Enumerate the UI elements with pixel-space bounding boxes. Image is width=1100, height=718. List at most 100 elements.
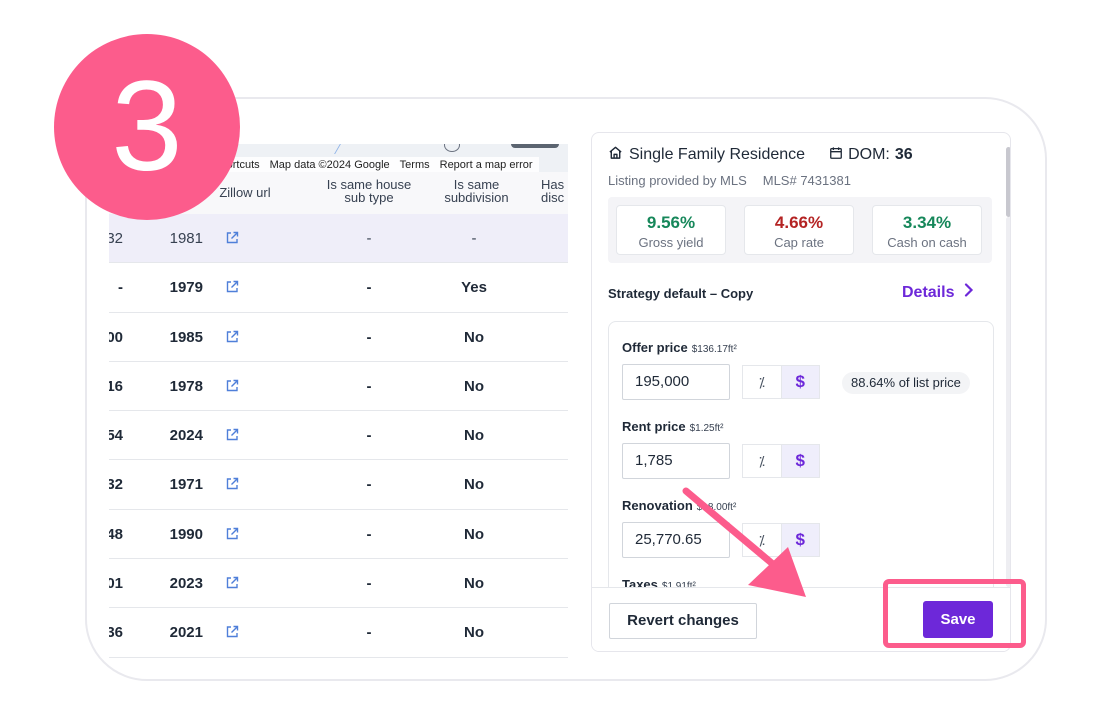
table-row[interactable]: 01 2023 - No <box>109 559 568 609</box>
same-subdivision-cell: No <box>464 575 484 593</box>
table-row[interactable]: 54 2024 - No <box>109 411 568 461</box>
save-button[interactable]: Save <box>923 601 993 638</box>
renovation-label-text: Renovation <box>622 498 693 513</box>
same-subdivision-cell: No <box>464 427 484 445</box>
table-row[interactable]: 32 1971 - No <box>109 460 568 510</box>
truncated-cell: 16 <box>109 377 123 395</box>
column-header-zillow-url[interactable]: Zillow url <box>209 186 281 199</box>
dollar-toggle-button[interactable]: $ <box>781 524 819 556</box>
metric-value: 9.56% <box>646 213 696 232</box>
same-house-sub-type-cell: - <box>366 328 372 346</box>
dollar-toggle-button[interactable]: $ <box>781 445 819 477</box>
year-built-cell: 1990 <box>169 525 203 543</box>
listing-source: Listing provided by MLS MLS# 7431381 <box>608 173 851 188</box>
year-built-cell: 2021 <box>169 624 203 642</box>
same-subdivision-cell: No <box>464 328 484 346</box>
table-row[interactable]: - 1979 - Yes <box>109 263 568 313</box>
truncated-cell: 01 <box>109 575 123 593</box>
scrollbar-track[interactable] <box>1006 217 1010 587</box>
same-subdivision-cell: Yes <box>461 279 487 297</box>
metrics-bar: 9.56% Gross yield 4.66% Cap rate 3.34% Cash o… <box>608 197 992 263</box>
details-label: Details <box>902 283 955 301</box>
truncated-cell: 54 <box>109 427 123 445</box>
mls-number: MLS# 7431381 <box>762 173 851 188</box>
metric-label: Cash on cash <box>887 235 967 250</box>
step-badge: 3 <box>54 34 240 220</box>
metric-label: Cap rate <box>774 235 824 250</box>
external-link-icon[interactable] <box>222 428 242 442</box>
external-link-icon[interactable] <box>222 527 242 541</box>
metric-card: 3.34% Cash on cash <box>872 205 982 255</box>
truncated-cell: 32 <box>109 230 123 247</box>
year-built-cell: 2023 <box>169 575 203 593</box>
percent-toggle-button[interactable]: ⁒ <box>743 445 782 477</box>
offer-price-label-text: Offer price <box>622 340 688 355</box>
chevron-right-icon <box>964 283 974 302</box>
year-built-cell: 1985 <box>169 328 203 346</box>
year-built-cell: 1978 <box>169 377 203 395</box>
property-type: Single Family Residence <box>629 146 806 163</box>
same-house-sub-type-cell: - <box>366 476 372 494</box>
external-link-icon[interactable] <box>222 477 242 491</box>
truncated-cell: 48 <box>109 525 123 543</box>
column-header-same-house-sub-type[interactable]: Is same house sub type <box>319 178 419 204</box>
external-link-icon[interactable] <box>222 625 242 639</box>
same-house-sub-type-cell: - <box>366 230 372 247</box>
house-icon <box>608 145 623 165</box>
table-row[interactable]: 16 1978 - No <box>109 362 568 412</box>
map-marker <box>444 144 460 152</box>
column-header-truncated[interactable]: Has disc <box>541 178 568 204</box>
percent-toggle-button[interactable]: ⁒ <box>743 524 782 556</box>
external-link-icon[interactable] <box>222 330 242 344</box>
table-row[interactable]: 48 1990 - No <box>109 510 568 560</box>
property-detail-panel: Single Family Residence DOM: 36 Listing … <box>591 132 1011 652</box>
same-subdivision-cell: - <box>471 230 477 247</box>
map-road <box>324 144 341 154</box>
year-built-cell: 1981 <box>169 230 203 247</box>
strategy-inputs-card: Offer price $136.17ft² 195,000 ⁒ $ 88.64%… <box>608 321 994 621</box>
same-subdivision-cell: No <box>464 624 484 642</box>
same-house-sub-type-cell: - <box>366 427 372 445</box>
offer-price-unit-toggle: ⁒ $ <box>742 365 820 399</box>
table-row[interactable]: 00 1985 - No <box>109 313 568 362</box>
metric-label: Gross yield <box>638 235 704 250</box>
external-link-icon[interactable] <box>222 280 242 294</box>
table-body: 32 1981 - - - 1979 - Yes 00 1985 - No 16 1978 - No 54 202… <box>109 214 568 658</box>
dollar-toggle-button[interactable]: $ <box>781 366 819 398</box>
offer-price-label: Offer price $136.17ft² <box>622 340 737 355</box>
column-header-same-subdivision[interactable]: Is same subdivision <box>434 178 519 204</box>
percent-toggle-button[interactable]: ⁒ <box>743 366 782 398</box>
metric-value: 4.66% <box>774 213 824 232</box>
rent-price-input[interactable]: 1,785 <box>622 443 730 479</box>
listing-provided-by: Listing provided by MLS <box>608 173 747 188</box>
external-link-icon[interactable] <box>222 231 242 245</box>
year-built-cell: 1971 <box>169 476 203 494</box>
offer-price-input[interactable]: 195,000 <box>622 364 730 400</box>
scrollbar-thumb[interactable] <box>1006 147 1010 217</box>
dom-label: DOM: <box>848 146 890 163</box>
map-control[interactable] <box>511 144 559 148</box>
truncated-cell: 00 <box>109 328 123 346</box>
same-house-sub-type-cell: - <box>366 575 372 593</box>
rent-price-label-text: Rent price <box>622 419 686 434</box>
report-map-error-link[interactable]: Report a map error <box>440 159 533 171</box>
renovation-label: Renovation $18.00ft² <box>622 498 736 513</box>
external-link-icon[interactable] <box>222 379 242 393</box>
renovation-unit-toggle: ⁒ $ <box>742 523 820 557</box>
same-subdivision-cell: No <box>464 476 484 494</box>
renovation-input[interactable]: 25,770.65 <box>622 522 730 558</box>
terms-link[interactable]: Terms <box>400 159 430 171</box>
table-row[interactable]: 32 1981 - - <box>109 214 568 264</box>
same-house-sub-type-cell: - <box>366 279 372 297</box>
rent-price-per-sqft: $1.25ft² <box>689 423 724 434</box>
same-subdivision-cell: No <box>464 525 484 543</box>
same-house-sub-type-cell: - <box>366 525 372 543</box>
metric-card: 4.66% Cap rate <box>744 205 854 255</box>
external-link-icon[interactable] <box>222 576 242 590</box>
table-row[interactable]: 36 2021 - No <box>109 608 568 658</box>
revert-changes-button[interactable]: Revert changes <box>609 603 757 639</box>
map-attribution: shortcuts Map data ©2024 Google Terms Re… <box>209 157 539 172</box>
strategy-details-link[interactable]: Details <box>902 283 974 302</box>
strategy-name: Strategy default – Copy <box>608 286 754 301</box>
map-data-label: Map data ©2024 Google <box>269 158 390 171</box>
